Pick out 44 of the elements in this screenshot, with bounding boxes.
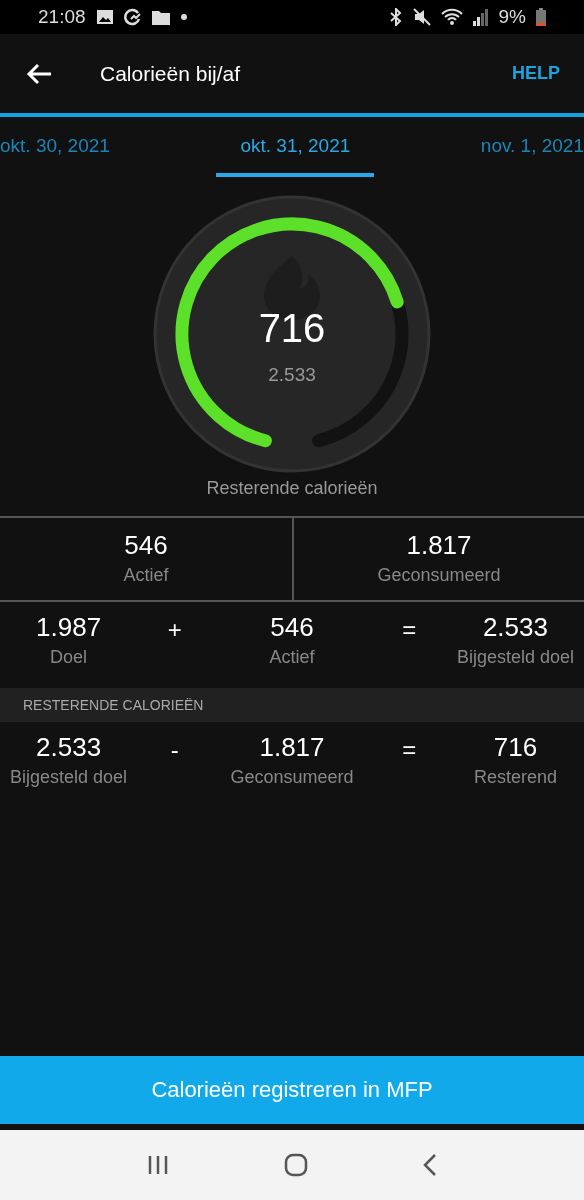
- date-tab[interactable]: nov. 1, 2021: [480, 117, 584, 177]
- equation-label: Doel: [50, 647, 88, 668]
- operator-sign: =: [402, 616, 417, 644]
- remaining-value: 716: [258, 306, 326, 351]
- operator-sign: +: [167, 616, 182, 644]
- operator-sign: =: [402, 736, 417, 764]
- stat-label: Actief: [123, 565, 169, 586]
- equation-label: Bijgesteld doel: [10, 767, 128, 788]
- equation-value: 2.533: [36, 732, 102, 763]
- battery-icon: [536, 8, 546, 26]
- image-icon: [95, 9, 114, 25]
- mute-icon: [412, 8, 431, 26]
- signal-icon: [472, 8, 489, 26]
- adjusted-goal-value: 2.533: [268, 364, 316, 386]
- bluetooth-icon: [388, 8, 403, 26]
- gauge-label: Resterende calorieën: [206, 478, 378, 499]
- stat-value: 546: [124, 530, 168, 561]
- dot-icon: [179, 13, 188, 21]
- date-tab[interactable]: okt. 30, 2021: [0, 117, 110, 177]
- home-icon[interactable]: [284, 1153, 308, 1177]
- operator-sign: -: [170, 736, 179, 764]
- back-icon[interactable]: [422, 1154, 437, 1176]
- stat-label: Geconsumeerd: [377, 565, 501, 586]
- equation-label: Actief: [269, 647, 315, 668]
- equation-value: 546: [270, 612, 314, 643]
- help-button[interactable]: HELP: [508, 59, 564, 88]
- folder-icon: [151, 9, 170, 25]
- equation-value: 1.817: [259, 732, 325, 763]
- back-arrow-icon[interactable]: [26, 62, 52, 85]
- equation-label: Bijgesteld doel: [456, 647, 574, 668]
- stat-value: 1.817: [406, 530, 472, 561]
- equation-value: 1.987: [36, 612, 102, 643]
- recent-apps-icon[interactable]: [147, 1155, 170, 1175]
- screen-title: Calorieën bij/af: [100, 61, 242, 86]
- wifi-icon: [440, 8, 463, 26]
- battery-percent: 9%: [498, 6, 526, 28]
- equation-label: Geconsumeerd: [230, 767, 354, 788]
- equation-label: Resterend: [473, 767, 557, 788]
- register-button[interactable]: Calorieën registreren in MFP: [0, 1056, 584, 1124]
- equation-value: 716: [493, 732, 538, 763]
- sync-icon: [123, 8, 142, 26]
- equation-value: 2.533: [482, 612, 548, 643]
- clock-time: 21:08: [38, 6, 86, 28]
- section-header: RESTERENDE CALORIEËN: [0, 688, 584, 722]
